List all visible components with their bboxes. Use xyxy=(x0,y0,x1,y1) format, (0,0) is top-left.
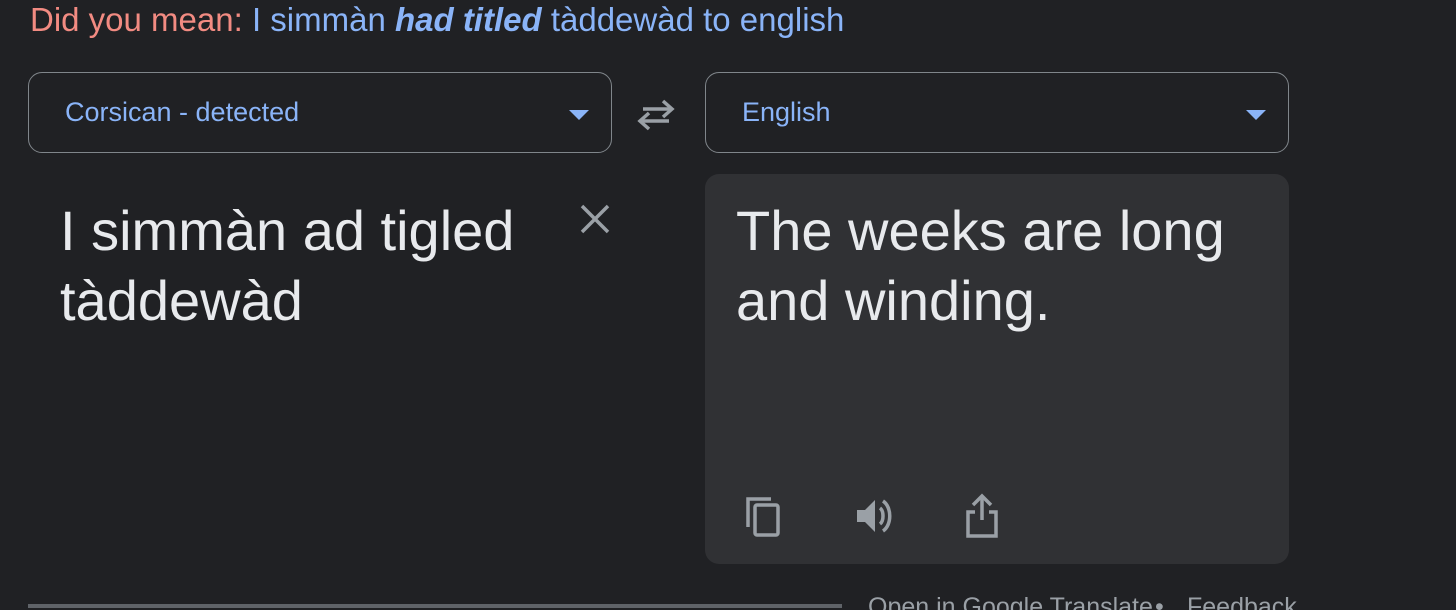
feedback-link[interactable]: Feedback xyxy=(1187,592,1297,610)
volume-icon xyxy=(857,499,892,533)
target-language-select[interactable]: English xyxy=(705,72,1289,153)
share-icon xyxy=(966,493,998,538)
listen-button[interactable] xyxy=(851,492,899,540)
copy-translation-button[interactable] xyxy=(741,492,789,540)
swap-languages-button[interactable] xyxy=(633,94,679,134)
open-in-google-translate-link[interactable]: Open in Google Translate xyxy=(868,592,1153,610)
copy-icon xyxy=(746,497,780,537)
source-text-input[interactable]: I simmàn ad tigled tàddewàd xyxy=(60,196,560,336)
source-language-select[interactable]: Corsican - detected xyxy=(28,72,612,153)
chevron-down-icon xyxy=(569,110,589,120)
suggestion-text-before: I simmàn xyxy=(251,1,395,38)
suggested-correction-link[interactable]: I simmàn had titled tàddewàd to english xyxy=(252,1,844,38)
suggestion-text-emphasis: had titled xyxy=(394,1,542,38)
source-language-label: Corsican - detected xyxy=(65,97,300,127)
footer-separator: • xyxy=(1155,593,1164,610)
chevron-down-icon xyxy=(1246,110,1266,120)
translate-widget: Did you mean: I simmàn had titled tàddew… xyxy=(0,0,1456,610)
suggestion-text-after: tàddewàd to english xyxy=(541,1,845,38)
did-you-mean: Did you mean: I simmàn had titled tàddew… xyxy=(30,2,844,38)
target-language-label: English xyxy=(742,97,831,127)
translation-output: The weeks are long and winding. xyxy=(736,199,1225,332)
translation-panel: The weeks are long and winding. xyxy=(705,174,1289,564)
share-button[interactable] xyxy=(959,492,1007,540)
did-you-mean-label: Did you mean: xyxy=(30,1,243,38)
close-icon xyxy=(580,204,610,234)
swap-horiz-icon xyxy=(637,99,675,131)
clear-source-button[interactable] xyxy=(574,198,616,240)
divider xyxy=(28,604,842,608)
